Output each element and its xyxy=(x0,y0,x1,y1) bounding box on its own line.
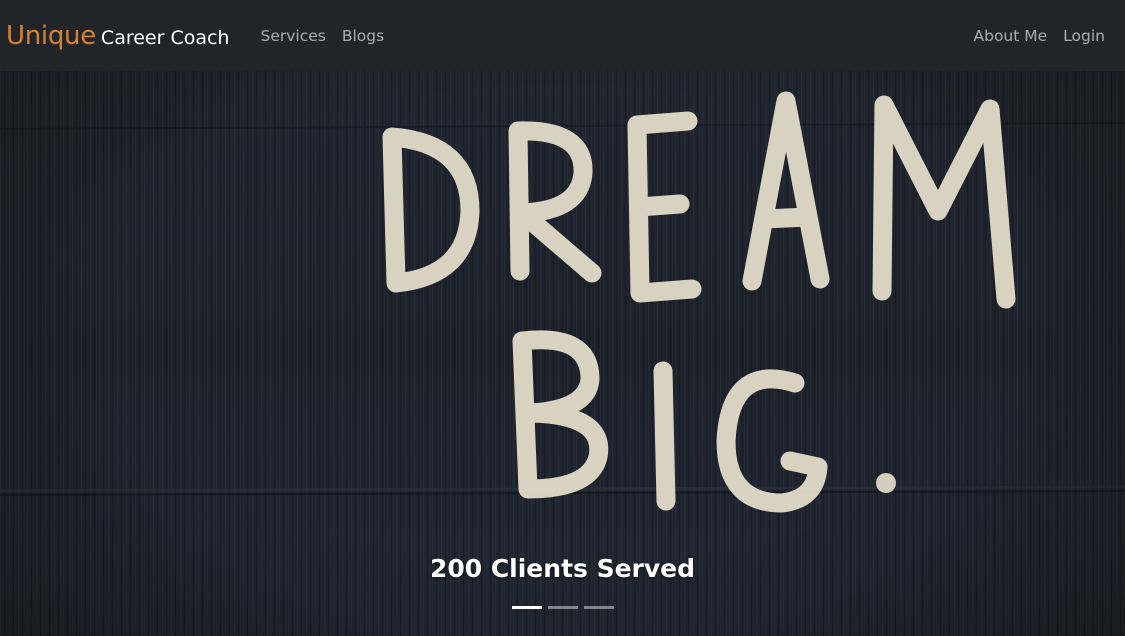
carousel-indicator-2[interactable] xyxy=(547,606,578,609)
top-navbar: Unique Career Coach Services Blogs About… xyxy=(0,0,1125,71)
nav-link-services[interactable]: Services xyxy=(252,19,333,53)
nav-link-about-me[interactable]: About Me xyxy=(966,19,1056,53)
nav-link-login[interactable]: Login xyxy=(1055,19,1113,53)
hero-carousel: 200 Clients Served xyxy=(0,71,1125,636)
carousel-slide-image xyxy=(0,71,1125,636)
carousel-indicator-3[interactable] xyxy=(583,606,614,609)
brand-logo[interactable]: Unique Career Coach xyxy=(6,21,229,51)
carousel-indicator-1[interactable] xyxy=(511,606,542,609)
brand-rest-text: Career Coach xyxy=(100,26,230,49)
nav-link-blogs[interactable]: Blogs xyxy=(334,19,392,53)
painted-period xyxy=(876,473,896,493)
carousel-indicators xyxy=(0,606,1125,609)
carousel-caption: 200 Clients Served xyxy=(429,554,696,583)
nav-right-links: About Me Login xyxy=(966,19,1114,53)
nav-left-links: Services Blogs xyxy=(252,19,392,53)
brand-accent-text: Unique xyxy=(6,20,96,51)
